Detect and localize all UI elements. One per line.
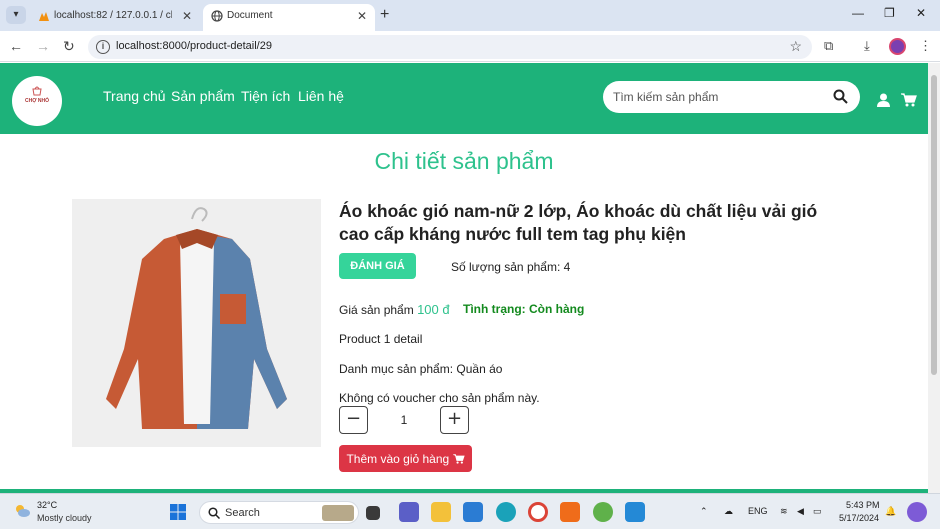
reload-icon[interactable]: ↻: [63, 38, 75, 54]
nav-contact[interactable]: Liên hệ: [298, 88, 344, 104]
download-icon[interactable]: ⤓: [864, 39, 870, 53]
tab-search-button[interactable]: ▾: [6, 6, 26, 24]
notification-bell-icon[interactable]: 🔔: [885, 506, 896, 517]
clock-time[interactable]: 5:43 PM: [846, 500, 880, 510]
weather-description: Mostly cloudy: [37, 513, 92, 523]
page-title: Chi tiết sản phẩm: [374, 148, 554, 174]
search-input[interactable]: [613, 89, 828, 105]
file-explorer-icon[interactable]: [431, 502, 451, 522]
taskbar-search[interactable]: Search: [199, 501, 359, 524]
windows-start-icon[interactable]: [170, 504, 186, 520]
site-info-icon[interactable]: i: [96, 40, 110, 54]
xampp-icon[interactable]: [560, 502, 580, 522]
nav-home[interactable]: Trang chủ: [103, 88, 166, 104]
price-label: Giá sản phẩm: [339, 303, 414, 317]
greenshot-icon[interactable]: [593, 502, 613, 522]
forward-icon[interactable]: →: [36, 38, 50, 54]
cart-icon[interactable]: [901, 93, 917, 107]
quantity-input[interactable]: [368, 406, 440, 434]
mail-icon[interactable]: [463, 502, 483, 522]
clock-date[interactable]: 5/17/2024: [839, 513, 879, 523]
basket-logo-icon: [32, 86, 42, 96]
product-category: Danh mục sản phẩm: Quần áo: [339, 362, 503, 376]
quantity-stepper: − +: [339, 406, 469, 434]
search-box: [603, 81, 860, 113]
weather-temp: 32°C: [37, 500, 58, 510]
user-icon[interactable]: [877, 93, 890, 107]
show-hidden-icons[interactable]: ⌃: [700, 506, 708, 517]
chrome-icon[interactable]: [528, 502, 548, 522]
nav-products[interactable]: Sản phẩm: [171, 88, 235, 104]
stock-status: Tình trạng: Còn hàng: [463, 302, 585, 316]
search-highlight-image: [322, 505, 354, 521]
rate-button[interactable]: ĐÁNH GIÁ: [339, 253, 416, 279]
globe-icon: [211, 10, 223, 22]
product-image: [72, 199, 321, 447]
stock-quantity: Số lượng sản phẩm: 4: [451, 260, 571, 274]
tab-title: Document: [227, 10, 273, 21]
price-row: Giá sản phẩm 100 đ: [339, 302, 450, 317]
extensions-icon[interactable]: ⧉: [824, 39, 833, 53]
cart-icon: [452, 453, 465, 464]
url-text[interactable]: localhost:8000/product-detail/29: [116, 40, 272, 52]
speaker-icon[interactable]: ◀: [797, 506, 804, 517]
windows-taskbar: 32°C Mostly cloudy Search ⌃ ☁ ENG ≋ ◀ ▭ …: [0, 493, 940, 529]
nav-utilities[interactable]: Tiện ích: [241, 88, 290, 104]
voucher-info: Không có voucher cho sản phẩm này.: [339, 391, 540, 405]
price-value: 100 đ: [417, 302, 450, 317]
search-icon[interactable]: [833, 89, 848, 104]
add-to-cart-button[interactable]: Thêm vào giỏ hàng: [339, 445, 472, 472]
battery-icon[interactable]: ▭: [813, 506, 822, 517]
logo-text: CHỢ NHỎ: [25, 98, 49, 104]
decrease-qty-button[interactable]: −: [339, 406, 368, 434]
language-indicator[interactable]: ENG: [748, 506, 768, 516]
product-description: Product 1 detail: [339, 332, 423, 346]
menu-kebab-icon[interactable]: ⋮: [919, 39, 932, 53]
browser-tab-strip: ▾ localhost:82 / 127.0.0.1 / chonhe ✕ Do…: [0, 0, 940, 31]
jacket-image: [106, 207, 287, 429]
tab-title: localhost:82 / 127.0.0.1 / chonhe: [54, 10, 172, 21]
minimize-icon[interactable]: —: [852, 6, 864, 20]
cloud-weather-icon[interactable]: [13, 503, 31, 519]
wifi-icon[interactable]: ≋: [780, 506, 788, 517]
page-scrollbar[interactable]: [928, 63, 940, 493]
close-tab-icon[interactable]: ✕: [182, 4, 192, 28]
teams-chat-icon[interactable]: [399, 502, 419, 522]
increase-qty-button[interactable]: +: [440, 406, 469, 434]
close-window-icon[interactable]: ✕: [916, 6, 926, 20]
add-to-cart-label: Thêm vào giỏ hàng: [346, 451, 450, 466]
new-tab-icon[interactable]: +: [380, 4, 389, 26]
tab-phpmyadmin[interactable]: localhost:82 / 127.0.0.1 / chonhe ✕: [30, 4, 200, 31]
browser-toolbar: ← → ↻ i localhost:8000/product-detail/29…: [0, 31, 940, 62]
bookmark-star-icon[interactable]: ☆: [789, 38, 802, 55]
search-icon: [208, 507, 220, 519]
phpmyadmin-favicon-icon: [39, 12, 49, 21]
vscode-icon[interactable]: [625, 502, 645, 522]
restore-icon[interactable]: ❐: [884, 6, 895, 20]
address-bar[interactable]: i localhost:8000/product-detail/29 ☆: [88, 35, 812, 59]
close-tab-icon[interactable]: ✕: [357, 4, 367, 28]
tab-document[interactable]: Document ✕: [203, 4, 375, 31]
back-icon[interactable]: ←: [9, 38, 23, 54]
site-logo[interactable]: CHỢ NHỎ: [12, 76, 62, 126]
product-title: Áo khoác gió nam-nữ 2 lớp, Áo khoác dù c…: [339, 201, 818, 244]
site-header: CHỢ NHỎ Trang chủ Sản phẩm Tiện ích Liên…: [0, 63, 928, 134]
onedrive-icon[interactable]: ☁: [724, 506, 733, 517]
copilot-icon[interactable]: [907, 502, 927, 522]
profile-avatar[interactable]: [889, 38, 906, 55]
edge-icon[interactable]: [496, 502, 516, 522]
task-view-icon[interactable]: [366, 506, 380, 520]
taskbar-search-label: Search: [225, 507, 260, 519]
